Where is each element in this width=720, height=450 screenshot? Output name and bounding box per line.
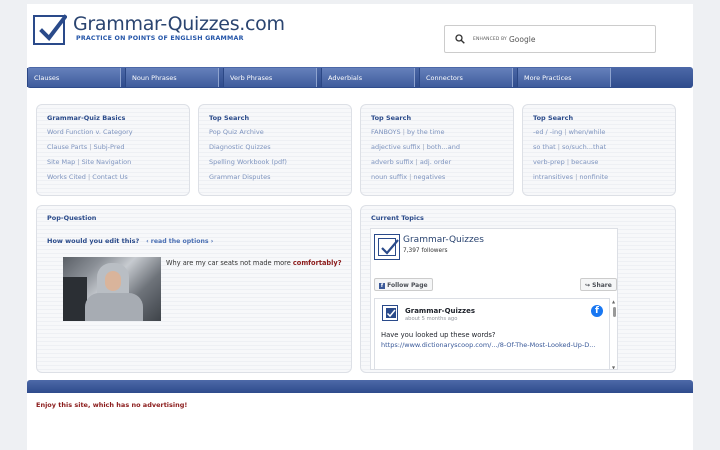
- search-google-label: Google: [509, 35, 536, 44]
- link[interactable]: when/while: [569, 128, 606, 136]
- fb-post-avatar[interactable]: [382, 305, 398, 321]
- link[interactable]: adj. order: [420, 158, 451, 166]
- link[interactable]: Pop Quiz Archive: [209, 128, 264, 136]
- link[interactable]: Grammar Disputes: [209, 173, 270, 181]
- link[interactable]: nonfinite: [579, 173, 608, 181]
- facebook-widget[interactable]: Grammar-Quizzes 7,397 followers f Follow…: [370, 228, 618, 370]
- nav-item-adverbials[interactable]: Adverbials: [321, 68, 415, 87]
- link[interactable]: Works Cited: [47, 173, 86, 181]
- fb-share-button[interactable]: ↪ Share: [580, 278, 617, 291]
- card-top-search-2: Top Search FANBOYS | by the time adjecti…: [360, 104, 514, 196]
- link-row: noun suffix | negatives: [371, 173, 446, 181]
- link-row: FANBOYS | by the time: [371, 128, 445, 136]
- fb-share-label: Share: [592, 282, 612, 289]
- card-title: Top Search: [209, 114, 250, 122]
- footer-bar: [27, 380, 693, 393]
- card-current-topics: Current Topics Grammar-Quizzes 7,397 fol…: [360, 205, 676, 373]
- link[interactable]: FANBOYS: [371, 128, 401, 136]
- link-row: verb-prep | because: [533, 158, 599, 166]
- link[interactable]: -ed / -ing: [533, 128, 562, 136]
- link[interactable]: noun suffix: [371, 173, 407, 181]
- card-title: Pop-Question: [47, 214, 97, 222]
- card-title: Current Topics: [371, 214, 424, 222]
- link-row: -ed / -ing | when/while: [533, 128, 606, 136]
- fb-page-header: Grammar-Quizzes 7,397 followers: [371, 229, 617, 277]
- link[interactable]: intransitives: [533, 173, 573, 181]
- link[interactable]: so that: [533, 143, 556, 151]
- nav-item-more-practices[interactable]: More Practices: [517, 68, 611, 87]
- link[interactable]: Spelling Workbook (pdf): [209, 158, 287, 166]
- link[interactable]: adjective suffix: [371, 143, 420, 151]
- link[interactable]: negatives: [413, 173, 445, 181]
- link-row: Clause Parts | Subj-Pred: [47, 143, 125, 151]
- link[interactable]: Site Navigation: [82, 158, 132, 166]
- facebook-logo-icon[interactable]: f: [591, 305, 603, 317]
- pop-question-photo: [63, 257, 161, 321]
- share-icon: ↪: [585, 282, 591, 289]
- card-title: Top Search: [371, 114, 412, 122]
- fb-post-text: Have you looked up these words?: [381, 331, 496, 339]
- card-grammar-quiz-basics: Grammar-Quiz Basics Word Function v. Cat…: [36, 104, 190, 196]
- pop-question-text: How would you edit this?: [47, 237, 140, 245]
- logo-checkbox-icon[interactable]: [33, 14, 67, 45]
- fb-post-link[interactable]: https://www.dictionaryscoop.com/.../8-Of…: [381, 340, 605, 350]
- fb-follow-button[interactable]: f Follow Page: [374, 278, 433, 291]
- link-row: so that | so/such...that: [533, 143, 607, 151]
- search-icon[interactable]: [455, 34, 465, 44]
- link[interactable]: adverb suffix: [371, 158, 413, 166]
- link-row: adverb suffix | adj. order: [371, 158, 452, 166]
- facebook-icon: f: [379, 283, 385, 289]
- nav-item-connectors[interactable]: Connectors: [419, 68, 513, 87]
- scrollbar-thumb[interactable]: [613, 307, 616, 317]
- pop-question-sentence: Why are my car seats not made more comfo…: [166, 259, 342, 267]
- footer-note: Enjoy this site, which has no advertisin…: [36, 401, 188, 409]
- link[interactable]: both...and: [427, 143, 460, 151]
- pop-question-prompt: How would you edit this? ‹ read the opti…: [47, 237, 213, 245]
- site-title[interactable]: Grammar-Quizzes.com: [73, 13, 285, 35]
- fb-page-name[interactable]: Grammar-Quizzes: [403, 235, 484, 245]
- link[interactable]: because: [571, 158, 598, 166]
- link[interactable]: so/such...that: [562, 143, 606, 151]
- scroll-up-icon[interactable]: ▲: [612, 299, 615, 304]
- link-row: adjective suffix | both...and: [371, 143, 460, 151]
- search-enhanced-label: ENHANCED BY: [473, 37, 507, 42]
- link-row: Site Map | Site Navigation: [47, 158, 132, 166]
- link[interactable]: verb-prep: [533, 158, 565, 166]
- link[interactable]: Clause Parts: [47, 143, 87, 151]
- search-box[interactable]: ENHANCED BY Google: [444, 25, 656, 53]
- sentence-start: Why are my car seats not made more: [166, 259, 293, 267]
- read-options-link[interactable]: ‹ read the options ›: [146, 238, 213, 245]
- card-top-search-3: Top Search -ed / -ing | when/while so th…: [522, 104, 676, 196]
- nav-item-clauses[interactable]: Clauses: [27, 68, 121, 87]
- nav-item-verb-phrases[interactable]: Verb Phrases: [223, 68, 317, 87]
- link-row: Works Cited | Contact Us: [47, 173, 128, 181]
- fb-post-time[interactable]: about 5 months ago: [405, 316, 457, 322]
- link[interactable]: Diagnostic Quizzes: [209, 143, 271, 151]
- site-tagline: PRACTICE ON POINTS OF ENGLISH GRAMMAR: [76, 35, 244, 42]
- link[interactable]: Subj-Pred: [93, 143, 124, 151]
- fb-page-avatar[interactable]: [374, 234, 400, 260]
- card-title: Grammar-Quiz Basics: [47, 114, 126, 122]
- scroll-down-icon[interactable]: ▼: [612, 365, 615, 369]
- fb-post-author[interactable]: Grammar-Quizzes: [405, 307, 475, 315]
- link[interactable]: Contact Us: [92, 173, 128, 181]
- site-header: Grammar-Quizzes.com PRACTICE ON POINTS O…: [27, 4, 693, 66]
- page: Grammar-Quizzes.com PRACTICE ON POINTS O…: [27, 4, 693, 450]
- link[interactable]: Site Map: [47, 158, 75, 166]
- fb-follow-label: Follow Page: [387, 282, 428, 289]
- card-top-search-1: Top Search Pop Quiz Archive Diagnostic Q…: [198, 104, 352, 196]
- link[interactable]: Word Function v. Category: [47, 128, 133, 136]
- link-row: Word Function v. Category: [47, 128, 133, 136]
- fb-followers: 7,397 followers: [403, 248, 448, 254]
- nav-item-noun-phrases[interactable]: Noun Phrases: [125, 68, 219, 87]
- card-pop-question: Pop-Question How would you edit this? ‹ …: [36, 205, 352, 373]
- main-nav: Clauses Noun Phrases Verb Phrases Adverb…: [27, 67, 693, 88]
- fb-post: Grammar-Quizzes about 5 months ago f Hav…: [374, 298, 610, 369]
- link[interactable]: by the time: [407, 128, 444, 136]
- card-title: Top Search: [533, 114, 574, 122]
- link-row: intransitives | nonfinite: [533, 173, 609, 181]
- sentence-emphasis: comfortably?: [292, 259, 342, 267]
